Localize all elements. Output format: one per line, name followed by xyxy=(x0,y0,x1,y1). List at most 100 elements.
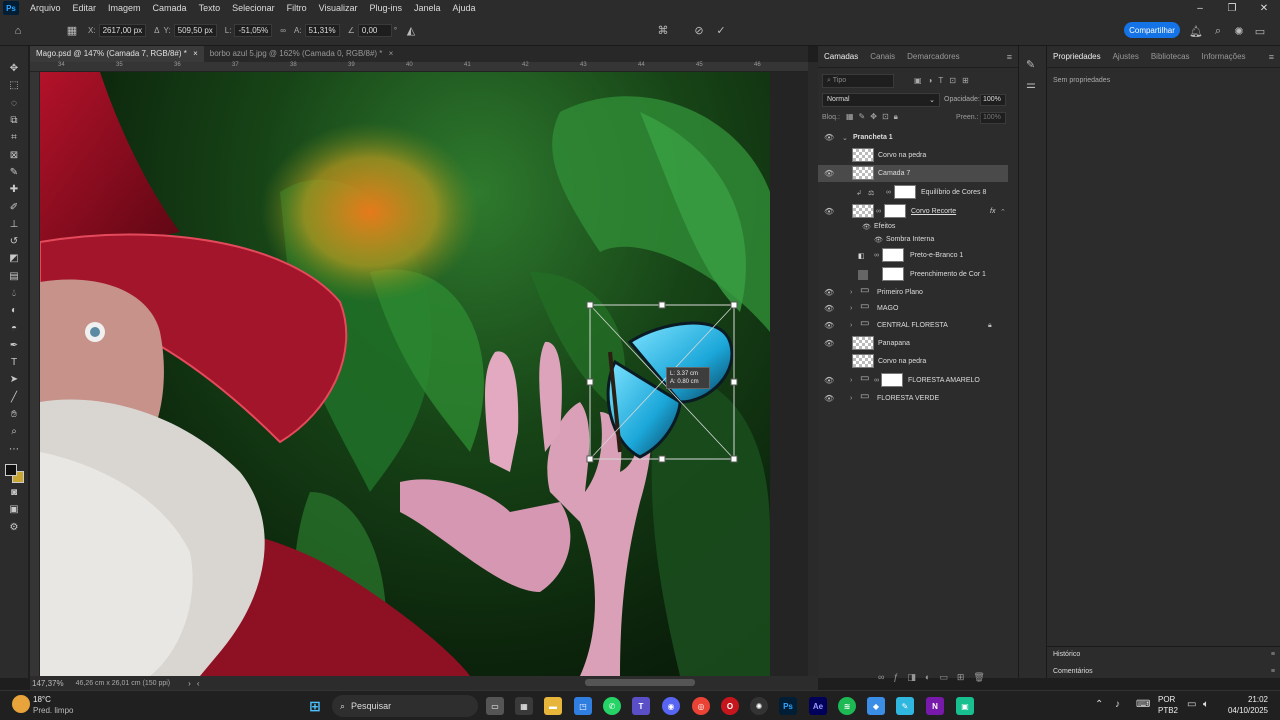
tab-bibliotecas[interactable]: Bibliotecas xyxy=(1145,52,1196,61)
y-value[interactable]: 509,50 px xyxy=(173,24,217,37)
eye-icon[interactable]: 👁︎ xyxy=(824,394,834,403)
width-value[interactable]: -51,05% xyxy=(234,24,273,37)
screen-capture-icon[interactable]: ◳ xyxy=(574,697,592,715)
keyboard-icon[interactable]: ⌨ xyxy=(1136,699,1150,710)
eye-icon[interactable]: 👁︎ xyxy=(862,223,871,231)
opacity-value[interactable]: 100% xyxy=(980,94,1006,106)
eye-icon[interactable]: 👁︎ xyxy=(824,288,834,297)
chevron-right-icon[interactable]: › xyxy=(850,305,852,312)
photoshop-icon[interactable]: Ps xyxy=(779,697,797,715)
volume-icon[interactable]: 🔈︎ xyxy=(1203,699,1209,710)
horizontal-ruler[interactable]: 34 35 36 37 38 39 40 41 42 43 44 45 46 xyxy=(30,62,808,72)
quick-mask-icon[interactable]: ◙ xyxy=(3,484,25,501)
task-view-icon[interactable]: ▭ xyxy=(486,697,504,715)
tab-mago[interactable]: Mago.psd @ 147% (Camada 7, RGB/8#) * × xyxy=(30,46,204,62)
discord-icon[interactable]: ◉ xyxy=(662,697,680,715)
chevron-right-icon[interactable]: › xyxy=(850,289,852,296)
panel-menu-icon[interactable]: ≡ xyxy=(1271,651,1275,658)
frame-tool-icon[interactable]: ⊠ xyxy=(3,146,25,163)
keyboard-layout-indicator[interactable]: PTB2 xyxy=(1158,706,1178,715)
x-field[interactable]: X: 2617,00 px xyxy=(88,24,147,37)
lock-icons[interactable]: ▦✎✥⊡🔒︎ xyxy=(846,112,903,122)
x-value[interactable]: 2617,00 px xyxy=(98,24,147,37)
tab-camadas[interactable]: Camadas xyxy=(818,52,864,61)
menu-selecionar[interactable]: Selecionar xyxy=(226,0,281,16)
layer-filter-icons[interactable]: ▣◑T⊡⊞ xyxy=(914,76,975,85)
chevron-left-icon[interactable]: ‹ xyxy=(197,679,200,688)
menu-visualizar[interactable]: Visualizar xyxy=(313,0,364,16)
layer-row-floresta-verde[interactable]: 👁︎ › ▭ FLORESTA VERDE xyxy=(818,390,1008,407)
zoom-tool-icon[interactable]: ⌕ xyxy=(3,423,25,440)
opera-icon[interactable]: O xyxy=(721,697,739,715)
fx-badge[interactable]: fx xyxy=(990,208,995,215)
close-icon[interactable]: ✕ xyxy=(1248,0,1280,16)
vertical-ruler[interactable] xyxy=(30,72,40,676)
link-icon[interactable]: ∞ xyxy=(280,26,286,35)
app-icon[interactable]: ▣ xyxy=(956,697,974,715)
healing-brush-tool-icon[interactable]: ✚ xyxy=(3,181,25,198)
more-tools-icon[interactable]: ⋯ xyxy=(3,441,25,458)
teams-icon[interactable]: T xyxy=(632,697,650,715)
color-swatches[interactable] xyxy=(3,462,25,484)
layer-filter-input[interactable]: ⌕ Tipo xyxy=(822,74,894,88)
menu-arquivo[interactable]: Arquivo xyxy=(24,0,67,16)
menu-imagem[interactable]: Imagem xyxy=(102,0,147,16)
tab-propriedades[interactable]: Propriedades xyxy=(1047,52,1107,61)
layer-row-panapana[interactable]: 👁︎ Panapana xyxy=(818,335,1008,352)
type-tool-icon[interactable]: T xyxy=(3,354,25,371)
screen-mode-icon[interactable]: ▣ xyxy=(3,501,25,518)
after-effects-icon[interactable]: Ae xyxy=(809,697,827,715)
height-field[interactable]: A: 51,31% xyxy=(294,24,340,37)
file-explorer-icon[interactable]: ▬ xyxy=(544,697,562,715)
comments-panel-header[interactable]: Comentários ≡ xyxy=(1047,668,1280,678)
tab-informacoes[interactable]: Informações xyxy=(1196,52,1252,61)
clock-date[interactable]: 04/10/2025 xyxy=(1224,706,1268,715)
panel-menu-icon[interactable]: ≡ xyxy=(1007,52,1012,62)
adjustments-icon[interactable]: ⚌ xyxy=(1026,78,1036,91)
restore-icon[interactable]: ❐ xyxy=(1216,0,1248,16)
layer-row-sombra-interna[interactable]: 👁︎ Sombra Interna xyxy=(818,231,1008,248)
display-icon[interactable]: ▭ xyxy=(1187,699,1196,710)
layer-row-floresta-amarelo[interactable]: 👁︎ › ▭ ∞ FLORESTA AMARELO xyxy=(818,372,1008,389)
fill-value[interactable]: 100% xyxy=(980,112,1006,124)
cancel-transform-icon[interactable]: ⊘ xyxy=(691,23,707,39)
foreground-color-swatch[interactable] xyxy=(5,463,17,476)
angle-value[interactable]: 0,00 xyxy=(357,24,392,37)
skew-icon[interactable]: ◭ xyxy=(403,23,419,39)
brush-tool-icon[interactable]: ✐ xyxy=(3,198,25,215)
lasso-tool-icon[interactable]: ◌ xyxy=(3,95,25,112)
lightbulb-icon[interactable]: ✺ xyxy=(1231,23,1247,39)
y-field[interactable]: Δ Y: 509,50 px xyxy=(154,24,217,37)
share-button[interactable]: Compartilhar xyxy=(1124,22,1180,38)
close-tab-icon[interactable]: × xyxy=(389,49,394,58)
tab-borbo[interactable]: borbo azul 5.jpg @ 162% (Camada 0, RGB/8… xyxy=(204,46,400,62)
notifications-icon[interactable]: 🔔︎ xyxy=(1188,23,1204,39)
commit-transform-icon[interactable]: ✓ xyxy=(713,23,729,39)
eye-icon[interactable]: 👁︎ xyxy=(824,207,834,216)
crop-tool-icon[interactable]: ⌗ xyxy=(3,129,25,146)
canvas-horizontal-scrollbar[interactable] xyxy=(585,679,695,686)
layer-row-preto-e-branco[interactable]: ◧ ∞ Preto-e-Branco 1 xyxy=(818,247,1008,264)
layer-row-camada-7[interactable]: 👁︎ Camada 7 xyxy=(818,165,1008,182)
path-selection-tool-icon[interactable]: ➤ xyxy=(3,371,25,388)
blur-tool-icon[interactable]: 💧︎ xyxy=(3,285,25,302)
chevron-right-icon[interactable]: › xyxy=(188,679,191,688)
tab-canais[interactable]: Canais xyxy=(864,52,901,61)
chevron-up-icon[interactable]: ⌃ xyxy=(1000,208,1006,216)
clone-stamp-tool-icon[interactable]: ⊥ xyxy=(3,216,25,233)
history-panel-header[interactable]: Histórico ≡ xyxy=(1047,646,1280,662)
search-icon[interactable]: ⌕ xyxy=(1210,23,1226,39)
vpn-icon[interactable]: ◆ xyxy=(867,697,885,715)
burn-tool-icon[interactable]: ◓ xyxy=(3,319,25,336)
eye-icon[interactable]: 👁︎ xyxy=(824,133,834,142)
history-brush-tool-icon[interactable]: ↺ xyxy=(3,233,25,250)
layer-row-prancheta[interactable]: 👁︎ ⌄ Prancheta 1 xyxy=(818,129,1008,146)
eyedropper-tool-icon[interactable]: ✎ xyxy=(3,164,25,181)
weather-temperature[interactable]: 18°C xyxy=(33,695,51,704)
reference-point-icon[interactable]: ▦ xyxy=(64,23,80,39)
chevron-down-icon[interactable]: ⌄ xyxy=(842,134,848,142)
move-tool-icon[interactable]: ✥ xyxy=(3,60,25,77)
edit-toolbar-icon[interactable]: ⚙︎ xyxy=(3,518,25,535)
menu-texto[interactable]: Texto xyxy=(193,0,227,16)
chevron-right-icon[interactable]: › xyxy=(850,377,852,384)
